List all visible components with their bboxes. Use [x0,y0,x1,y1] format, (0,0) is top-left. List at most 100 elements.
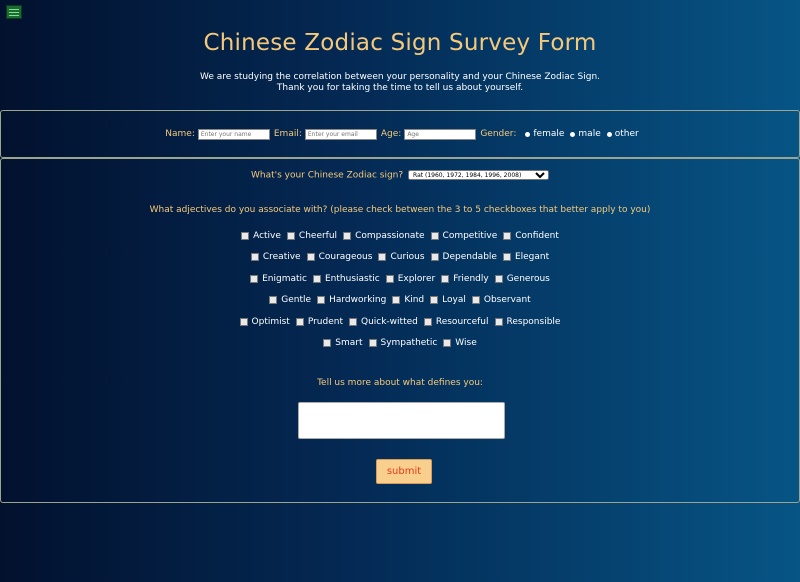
checkbox-courageous[interactable]: Courageous [306,252,372,262]
checkbox-dependable[interactable]: Dependable [430,252,497,262]
checkbox-label: Observant [483,295,531,305]
checkbox-competitive[interactable]: Competitive [430,231,498,241]
checkbox-label: Kind [404,295,425,305]
checkbox-label: Friendly [453,274,489,284]
gender-option-label: female [533,129,565,139]
checkbox-label: Gentle [281,295,312,305]
defines-you-textarea[interactable] [298,402,505,439]
age-label: Age: [380,129,402,139]
checkbox-compassionate[interactable]: Compassionate [343,231,425,241]
checkbox-label: Enthusiastic [325,274,380,284]
checkbox-curious[interactable]: Curious [378,252,425,262]
checkbox-loyal[interactable]: Loyal [430,295,466,305]
checkbox-box[interactable] [269,296,278,304]
checkbox-label: Compassionate [355,231,425,241]
checkbox-active[interactable]: Active [241,231,281,241]
checkbox-label: Resourceful [435,317,489,327]
checkbox-box[interactable] [286,232,295,240]
checkbox-box[interactable] [385,275,394,283]
checkbox-box[interactable] [494,318,503,326]
checkbox-label: Competitive [442,231,498,241]
page-title: Chinese Zodiac Sign Survey Form [203,30,597,56]
checkbox-row: Active Cheerful Compassionate Competitiv… [1,231,799,241]
zodiac-question-label: What's your Chinese Zodiac sign? [250,170,404,181]
checkbox-label: Creative [262,252,301,262]
gender-radio-female[interactable] [525,131,531,137]
gender-option-label: male [578,129,601,139]
checkbox-label: Curious [390,252,425,262]
checkbox-sympathetic[interactable]: Sympathetic [368,338,438,348]
checkbox-box[interactable] [295,318,304,326]
checkbox-gentle[interactable]: Gentle [269,295,311,305]
checkbox-quick-witted[interactable]: Quick-witted [348,317,418,327]
checkbox-optimist[interactable]: Optimist [239,317,290,327]
checkbox-row: Creative Courageous Curious Dependable E… [1,252,799,262]
gender-radio-other[interactable] [606,131,612,137]
checkbox-box[interactable] [239,318,248,326]
checkbox-box[interactable] [378,253,387,261]
age-field[interactable] [404,128,477,140]
checkbox-smart[interactable]: Smart [323,338,363,348]
checkbox-observant[interactable]: Observant [471,295,531,305]
checkbox-box[interactable] [471,296,480,304]
checkbox-cheerful[interactable]: Cheerful [286,231,337,241]
checkbox-box[interactable] [306,253,315,261]
checkbox-box[interactable] [502,253,511,261]
checkbox-elegant[interactable]: Elegant [502,252,550,262]
checkbox-label: Enigmatic [262,274,307,284]
gender-label: Gender: [480,129,517,139]
checkbox-label: Generous [506,274,550,284]
checkbox-box[interactable] [313,275,321,283]
checkbox-label: Active [253,231,281,241]
hamburger-menu-icon[interactable] [6,5,22,19]
checkbox-box[interactable] [494,275,503,283]
submit-button[interactable]: submit [376,459,432,484]
email-field[interactable] [304,128,377,140]
checkbox-box[interactable] [392,296,401,304]
checkbox-box[interactable] [443,339,452,347]
checkbox-enthusiastic[interactable]: Enthusiastic [313,274,380,284]
checkbox-label: Sympathetic [380,338,438,348]
checkbox-wise[interactable]: Wise [443,338,477,348]
checkbox-box[interactable] [241,232,250,240]
checkbox-box[interactable] [441,275,450,283]
name-label: Name: [165,129,195,139]
checkbox-hardworking[interactable]: Hardworking [317,295,386,305]
checkbox-label: Quick-witted [360,317,418,327]
checkbox-friendly[interactable]: Friendly [441,274,489,284]
checkbox-box[interactable] [250,275,259,283]
checkbox-label: Elegant [514,252,550,262]
checkbox-label: Dependable [442,252,497,262]
checkbox-box[interactable] [503,232,512,240]
gender-radio-male[interactable] [570,131,576,137]
checkbox-explorer[interactable]: Explorer [385,274,435,284]
checkbox-enigmatic[interactable]: Enigmatic [250,274,307,284]
name-field[interactable] [197,128,270,140]
checkbox-kind[interactable]: Kind [392,295,424,305]
checkbox-label: Wise [455,338,477,348]
checkbox-box[interactable] [430,253,439,261]
checkbox-responsible[interactable]: Responsible [494,317,560,327]
checkbox-box[interactable] [343,232,352,240]
survey-section: What's your Chinese Zodiac sign? Rat (19… [0,158,800,503]
checkbox-creative[interactable]: Creative [250,252,301,262]
email-label: Email: [273,129,302,139]
checkbox-box[interactable] [430,296,439,304]
checkbox-box[interactable] [250,253,259,261]
gender-option-label: other [614,129,639,139]
checkbox-box[interactable] [317,296,326,304]
checkbox-box[interactable] [368,339,377,347]
checkbox-box[interactable] [423,318,432,326]
zodiac-select[interactable]: Rat (1960, 1972, 1984, 1996, 2008) [408,170,550,180]
intro-line-2: Thank you for taking the time to tell us… [276,83,524,93]
adjectives-question: What adjectives do you associate with? (… [149,205,651,215]
checkbox-resourceful[interactable]: Resourceful [423,317,489,327]
checkbox-row: Gentle Hardworking Kind Loyal Observant [1,295,799,305]
checkbox-row: Optimist Prudent Quick-witted Resourcefu… [1,317,799,327]
checkbox-prudent[interactable]: Prudent [295,317,343,327]
checkbox-box[interactable] [323,339,332,347]
checkbox-box[interactable] [430,232,439,240]
checkbox-box[interactable] [348,318,357,326]
checkbox-generous[interactable]: Generous [494,274,550,284]
checkbox-confident[interactable]: Confident [503,231,559,241]
